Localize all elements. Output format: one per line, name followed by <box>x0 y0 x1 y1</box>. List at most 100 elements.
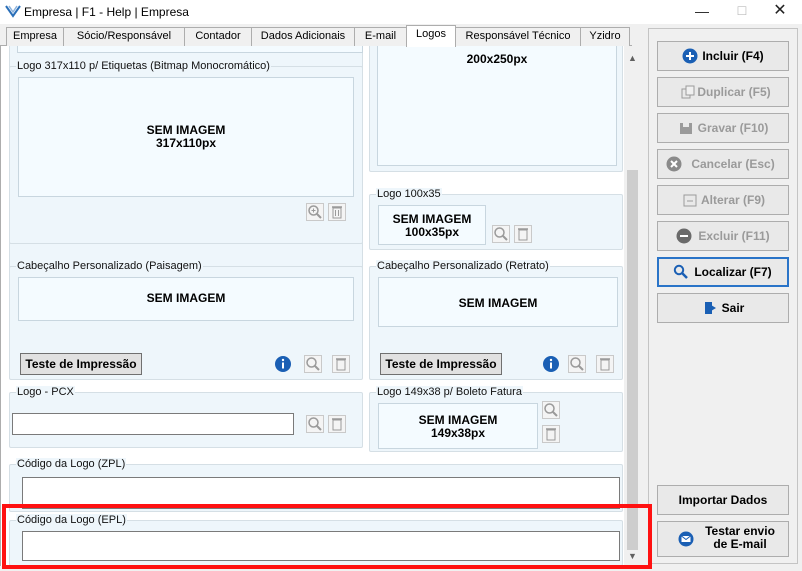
etiquetas-zoom-button[interactable] <box>306 203 324 221</box>
importar-dados-button[interactable]: Importar Dados <box>657 485 789 515</box>
vertical-scrollbar[interactable]: ▲ ▼ <box>624 46 641 566</box>
tab-logos[interactable]: Logos <box>406 25 456 47</box>
incluir-label: Incluir (F4) <box>702 49 764 63</box>
logo200-size: 200x250px <box>466 52 528 66</box>
testar-label: Testar envio de E-mail <box>698 525 782 551</box>
etiquetas-delete-button[interactable] <box>328 203 346 221</box>
pcx-input[interactable] <box>12 413 294 435</box>
zoom-icon <box>570 357 584 371</box>
duplicar-label: Duplicar (F5) <box>697 85 771 99</box>
email-icon <box>678 531 694 547</box>
retrato-placeholder: SEM IMAGEM <box>458 296 538 310</box>
zoom-icon <box>308 417 322 431</box>
zoom-icon <box>544 403 558 417</box>
testar-envio-email-button[interactable]: Testar envio de E-mail <box>657 521 789 557</box>
tab-socio-responsavel[interactable]: Sócio/Responsável <box>63 27 185 46</box>
info-icon[interactable] <box>274 355 292 373</box>
logo200-image: 200x250px <box>377 46 617 166</box>
group-logo-pcx: Logo - PCX <box>9 386 363 448</box>
legend-logo100: Logo 100x35 <box>376 188 442 200</box>
paisagem-placeholder: SEM IMAGEM <box>146 291 226 305</box>
localizar-button[interactable]: Localizar (F7) <box>657 257 789 287</box>
tab-yzidro[interactable]: Yzidro <box>580 27 630 46</box>
cancelar-button[interactable]: Cancelar (Esc) <box>657 149 789 179</box>
tab-empresa[interactable]: Empresa <box>6 27 64 46</box>
legend-epl: Código da Logo (EPL) <box>16 514 127 526</box>
pcx-delete-button[interactable] <box>328 415 346 433</box>
title-bar: Empresa | F1 - Help | Empresa — ☐ ✕ <box>0 0 802 24</box>
legend-boleto: Logo 149x38 p/ Boleto Fatura <box>376 386 523 398</box>
legend-zpl: Código da Logo (ZPL) <box>16 458 127 470</box>
excluir-label: Excluir (F11) <box>698 229 770 243</box>
zoom-icon <box>494 227 508 241</box>
paisagem-delete-button[interactable] <box>332 355 350 373</box>
alterar-button[interactable]: Alterar (F9) <box>657 185 789 215</box>
retrato-zoom-button[interactable] <box>568 355 586 373</box>
paisagem-image: SEM IMAGEM <box>18 277 354 321</box>
group-logo-etiquetas: Logo 317x110 p/ Etiquetas (Bitmap Monocr… <box>9 60 363 244</box>
excluir-button[interactable]: Excluir (F11) <box>657 221 789 251</box>
localizar-label: Localizar (F7) <box>694 265 772 279</box>
trash-icon <box>546 428 556 441</box>
cancelar-label: Cancelar (Esc) <box>691 157 775 171</box>
paisagem-zoom-button[interactable] <box>304 355 322 373</box>
zoom-icon <box>308 205 322 219</box>
group-logo-100: Logo 100x35 SEM IMAGEM 100x35px <box>369 188 623 250</box>
logo100-zoom-button[interactable] <box>492 225 510 243</box>
gravar-button[interactable]: Gravar (F10) <box>657 113 789 143</box>
tab-dados-adicionais[interactable]: Dados Adicionais <box>251 27 355 46</box>
legend-pcx: Logo - PCX <box>16 386 75 398</box>
window-title: Empresa | F1 - Help | Empresa <box>24 5 189 19</box>
legend-retrato: Cabeçalho Personalizado (Retrato) <box>376 260 550 272</box>
etiquetas-size: 317x110px <box>155 136 217 150</box>
info-icon[interactable] <box>542 355 560 373</box>
sair-button[interactable]: Sair <box>657 293 789 323</box>
retrato-image: SEM IMAGEM <box>378 277 618 327</box>
close-button[interactable]: ✕ <box>760 0 800 24</box>
trash-icon <box>600 358 610 371</box>
legend-etiquetas: Logo 317x110 p/ Etiquetas (Bitmap Monocr… <box>16 60 271 72</box>
retrato-test-print-button[interactable]: Teste de Impressão <box>380 353 502 375</box>
logo100-size: 100x35px <box>404 225 460 239</box>
importar-label: Importar Dados <box>678 493 768 507</box>
scroll-down-arrow-icon[interactable]: ▼ <box>624 548 641 564</box>
paisagem-test-print-button[interactable]: Teste de Impressão <box>20 353 142 375</box>
app-logo-icon <box>5 5 21 18</box>
group-cabecalho-paisagem: Cabeçalho Personalizado (Paisagem) SEM I… <box>9 260 363 380</box>
boleto-delete-button[interactable] <box>542 425 560 443</box>
sair-label: Sair <box>721 301 745 315</box>
retrato-delete-button[interactable] <box>596 355 614 373</box>
action-sidebar: Incluir (F4) Duplicar (F5) Gravar (F10) … <box>648 28 798 564</box>
pcx-zoom-button[interactable] <box>306 415 324 433</box>
scroll-thumb[interactable] <box>627 170 638 550</box>
group-logo-boleto: Logo 149x38 p/ Boleto Fatura SEM IMAGEM … <box>369 386 623 452</box>
group-codigo-zpl: Código da Logo (ZPL) <box>9 458 623 512</box>
minimize-button[interactable]: — <box>682 0 722 24</box>
maximize-button[interactable]: ☐ <box>722 0 762 24</box>
duplicar-button[interactable]: Duplicar (F5) <box>657 77 789 107</box>
boleto-size: 149x38px <box>430 426 486 440</box>
tab-contador[interactable]: Contador <box>184 27 252 46</box>
epl-code-input[interactable] <box>22 531 620 561</box>
legend-paisagem: Cabeçalho Personalizado (Paisagem) <box>16 260 203 272</box>
trash-icon <box>336 358 346 371</box>
tab-strip: Empresa Sócio/Responsável Contador Dados… <box>0 24 632 47</box>
zpl-code-input[interactable] <box>22 477 620 509</box>
tab-responsavel-tecnico[interactable]: Responsável Técnico <box>455 27 581 46</box>
logo100-image: SEM IMAGEM 100x35px <box>378 205 486 245</box>
logo100-delete-button[interactable] <box>514 225 532 243</box>
incluir-button[interactable]: Incluir (F4) <box>657 41 789 71</box>
scroll-up-arrow-icon[interactable]: ▲ <box>624 50 641 66</box>
boleto-image: SEM IMAGEM 149x38px <box>378 403 538 449</box>
trash-icon <box>518 228 528 241</box>
tab-email[interactable]: E-mail <box>354 27 407 46</box>
group-cabecalho-retrato: Cabeçalho Personalizado (Retrato) SEM IM… <box>369 260 623 380</box>
boleto-zoom-button[interactable] <box>542 401 560 419</box>
zoom-icon <box>306 357 320 371</box>
trash-icon <box>332 206 342 219</box>
group-codigo-epl: Código da Logo (EPL) <box>9 514 623 566</box>
logos-panel: Logo 317x110 p/ Etiquetas (Bitmap Monocr… <box>0 46 624 566</box>
testar-label-line2: de E-mail <box>713 537 767 551</box>
alterar-label: Alterar (F9) <box>700 193 765 207</box>
etiquetas-image: SEM IMAGEM 317x110px <box>18 77 354 197</box>
